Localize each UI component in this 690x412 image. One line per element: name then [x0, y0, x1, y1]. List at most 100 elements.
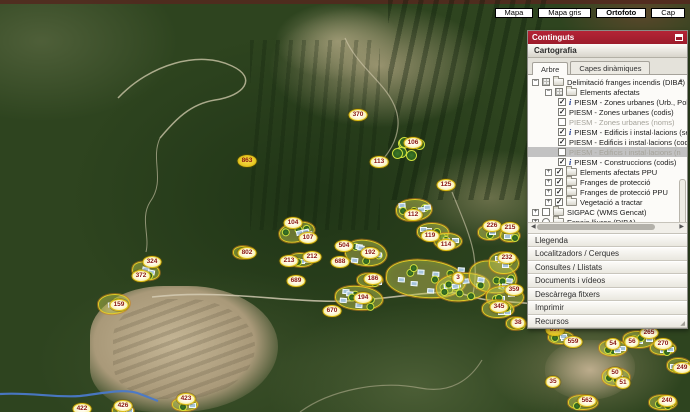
- basemap-button-cap[interactable]: Cap: [651, 8, 685, 18]
- layer-checkbox[interactable]: [555, 188, 563, 196]
- layer-checkbox[interactable]: [542, 78, 550, 86]
- tree-item-label[interactable]: PIESM - Construccions (codis): [574, 158, 676, 167]
- map-marker-345[interactable]: 345: [490, 301, 509, 313]
- tree-item-piesm-zones-urbanes-codis[interactable]: PIESM - Zones urbanes (codis): [528, 107, 687, 117]
- map-marker-226[interactable]: 226: [483, 220, 502, 232]
- map-marker-215[interactable]: 215: [501, 222, 520, 234]
- tree-item-piesm-edificis-i-instal-lacions-codis[interactable]: PIESM - Edificis i instal·lacions (codis…: [528, 137, 687, 147]
- accordion-item-desc-rrega-fitxers[interactable]: Descàrrega fitxers: [528, 288, 687, 302]
- map-marker-114[interactable]: 114: [437, 239, 456, 251]
- accordion-item-llegenda[interactable]: Llegenda: [528, 234, 687, 248]
- tab-capes-dinamiques[interactable]: Capes dinàmiques: [570, 61, 650, 74]
- collapse-icon[interactable]: −: [532, 79, 539, 86]
- map-marker-504[interactable]: 504: [335, 240, 354, 252]
- info-icon[interactable]: i: [569, 128, 571, 137]
- map-marker-159[interactable]: 159: [110, 299, 129, 311]
- map-marker-372[interactable]: 372: [132, 270, 151, 282]
- tree-item-elements-afectats-ppu[interactable]: + Elements afectats PPU: [528, 167, 687, 177]
- scroll-left-icon[interactable]: ◀: [531, 224, 536, 231]
- layer-checkbox[interactable]: [555, 198, 563, 206]
- map-marker-106[interactable]: 106: [404, 137, 423, 149]
- resize-grip-icon[interactable]: ◢: [680, 320, 685, 327]
- layer-checkbox[interactable]: [555, 178, 563, 186]
- map-marker-688[interactable]: 688: [331, 256, 350, 268]
- tree-item-label[interactable]: Elements afectats: [580, 88, 640, 97]
- tree-item-sigpac-wms-gencat[interactable]: + SIGPAC (WMS Gencat): [528, 207, 687, 217]
- tree-item-label[interactable]: PIESM - Edificis i instal·lacions (codis…: [569, 138, 687, 147]
- layer-checkbox[interactable]: [542, 208, 550, 216]
- minimize-icon[interactable]: [675, 34, 683, 41]
- tree-item-piesm-construccions-codis[interactable]: iPIESM - Construccions (codis): [528, 157, 687, 167]
- map-marker-359[interactable]: 359: [505, 284, 524, 296]
- layer-checkbox[interactable]: [558, 148, 566, 156]
- layer-checkbox[interactable]: [555, 88, 563, 96]
- map-marker-107[interactable]: 107: [299, 232, 318, 244]
- accordion-item-localitzadors-cerques[interactable]: Localitzadors / Cerques: [528, 247, 687, 261]
- info-icon[interactable]: i: [569, 98, 571, 107]
- map-marker-213[interactable]: 213: [280, 255, 299, 267]
- tab-arbre[interactable]: Arbre: [532, 62, 568, 75]
- expand-icon[interactable]: +: [545, 189, 552, 196]
- map-marker-670[interactable]: 670: [323, 305, 342, 317]
- basemap-button-ortofoto[interactable]: Ortofoto: [596, 8, 646, 18]
- tree-item-label[interactable]: PIESM - Edificis i instal·lacions (n: [569, 148, 681, 157]
- accordion-item-imprimir[interactable]: Imprimir: [528, 301, 687, 315]
- tree-item-franges-de-protecci-ppu[interactable]: + Franges de protecció PPU: [528, 187, 687, 197]
- tree-item-franges-de-protecci[interactable]: + Franges de protecció: [528, 177, 687, 187]
- map-marker-423[interactable]: 423: [177, 393, 196, 405]
- tree-item-label[interactable]: Elements afectats PPU: [580, 168, 657, 177]
- expand-icon[interactable]: +: [545, 169, 552, 176]
- tree-item-label[interactable]: PIESM - Zones urbanes (noms): [569, 118, 674, 127]
- map-marker-426[interactable]: 426: [114, 400, 133, 412]
- tree-item-label[interactable]: Franges de protecció PPU: [580, 188, 668, 197]
- accordion-item-consultes-llistats[interactable]: Consultes / Llistats: [528, 261, 687, 275]
- map-marker-119[interactable]: 119: [421, 230, 440, 242]
- tree-item-label[interactable]: PIESM - Zones urbanes (Urb., Pol., alb: [574, 98, 687, 107]
- tree-item-label[interactable]: Delimitació franges incendis (DIBA): [567, 78, 685, 87]
- accordion-item-recursos[interactable]: Recursos: [528, 315, 687, 329]
- map-marker-3[interactable]: 3: [452, 272, 464, 284]
- tree-item-label[interactable]: PIESM - Edificis i instal·lacions (segon: [574, 128, 687, 137]
- tree-item-label[interactable]: Franges de protecció: [580, 178, 650, 187]
- layer-checkbox[interactable]: [558, 118, 566, 126]
- map-marker-559[interactable]: 559: [564, 336, 583, 348]
- map-marker-249[interactable]: 249: [673, 362, 690, 374]
- tree-item-piesm-zones-urbanes-noms[interactable]: PIESM - Zones urbanes (noms): [528, 117, 687, 127]
- map-marker-192[interactable]: 192: [361, 247, 380, 259]
- tree-scroll-up-icon[interactable]: ▲: [678, 78, 684, 84]
- layer-checkbox[interactable]: [558, 108, 566, 116]
- map-marker-104[interactable]: 104: [284, 217, 303, 229]
- map-marker-422[interactable]: 422: [73, 403, 92, 412]
- accordion-item-documents-i-v-deos[interactable]: Documents i vídeos: [528, 274, 687, 288]
- tree-horizontal-scrollbar[interactable]: ◀ ▶: [528, 222, 687, 234]
- map-marker-232[interactable]: 232: [498, 252, 517, 264]
- expand-icon[interactable]: +: [545, 179, 552, 186]
- map-marker-125[interactable]: 125: [437, 179, 456, 191]
- map-marker-270[interactable]: 270: [654, 338, 673, 350]
- layer-checkbox[interactable]: [558, 128, 566, 136]
- map-marker-112[interactable]: 112: [404, 209, 423, 221]
- tree-item-label[interactable]: PIESM - Zones urbanes (codis): [569, 108, 674, 117]
- layer-checkbox[interactable]: [558, 98, 566, 106]
- basemap-button-mapa-gris[interactable]: Mapa gris: [538, 8, 591, 18]
- basemap-button-mapa[interactable]: Mapa: [495, 8, 534, 18]
- tree-item-delimitaci-franges-incendis-diba[interactable]: − Delimitació franges incendis (DIBA): [528, 77, 687, 87]
- map-marker-802[interactable]: 802: [238, 247, 257, 259]
- tree-item-vegetaci-a-tractar[interactable]: + Vegetació a tractar: [528, 197, 687, 207]
- map-marker-186[interactable]: 186: [364, 273, 383, 285]
- tree-item-piesm-edificis-i-instal-lacions-n[interactable]: PIESM - Edificis i instal·lacions (n: [528, 147, 687, 157]
- map-marker-863[interactable]: 863: [238, 155, 257, 167]
- map-marker-212[interactable]: 212: [303, 251, 322, 263]
- scroll-right-icon[interactable]: ▶: [679, 224, 684, 231]
- layer-checkbox[interactable]: [555, 168, 563, 176]
- map-marker-324[interactable]: 324: [143, 256, 162, 268]
- map-marker-113[interactable]: 113: [370, 156, 389, 168]
- collapse-icon[interactable]: −: [545, 89, 552, 96]
- expand-icon[interactable]: +: [532, 209, 539, 216]
- map-marker-689[interactable]: 689: [287, 275, 306, 287]
- map-marker-562[interactable]: 562: [578, 395, 597, 407]
- tree-item-label[interactable]: SIGPAC (WMS Gencat): [567, 208, 646, 217]
- tree-item-label[interactable]: Vegetació a tractar: [580, 198, 643, 207]
- expand-icon[interactable]: +: [545, 199, 552, 206]
- map-marker-194[interactable]: 194: [354, 292, 373, 304]
